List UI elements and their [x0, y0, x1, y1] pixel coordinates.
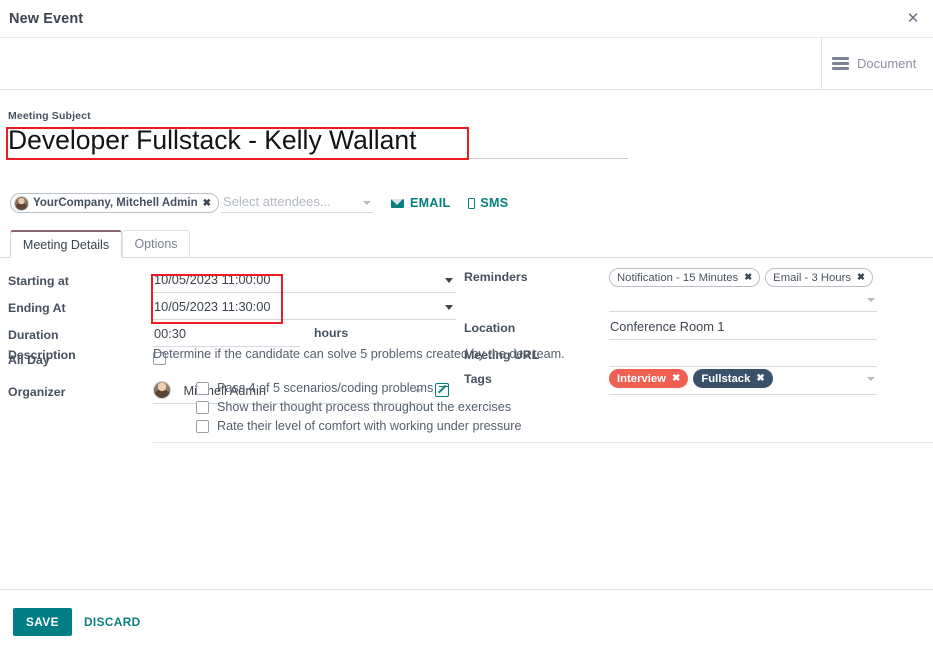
- duration-input[interactable]: 00:30: [153, 322, 300, 347]
- ending-at-label: Ending At: [8, 301, 66, 315]
- duration-value: 00:30: [154, 326, 187, 341]
- statusbar-buttonbox: Document: [0, 38, 933, 90]
- reminder-pill-label: Notification - 15 Minutes: [617, 271, 739, 284]
- sms-button[interactable]: SMS: [468, 196, 508, 210]
- duration-label: Duration: [8, 328, 59, 342]
- attendees-row: YourCompany, Mitchell Admin ✖ Select att…: [10, 193, 508, 213]
- checklist-checkbox[interactable]: [196, 401, 209, 414]
- organizer-label: Organizer: [8, 385, 66, 399]
- footer-divider: [0, 589, 933, 590]
- sms-button-label: SMS: [480, 196, 509, 210]
- checklist-checkbox[interactable]: [196, 420, 209, 433]
- email-button-label: EMAIL: [410, 196, 451, 210]
- attendee-tag-label: YourCompany, Mitchell Admin: [33, 197, 198, 209]
- save-button[interactable]: SAVE: [13, 608, 72, 636]
- new-event-dialog: New Event ✕ Document Meeting Subject Dev…: [0, 0, 933, 647]
- starting-at-input[interactable]: 10/05/2023 11:00:00: [153, 268, 456, 293]
- description-text: Determine if the candidate can solve 5 p…: [153, 347, 565, 361]
- starting-at-value: 10/05/2023 11:00:00: [154, 272, 271, 287]
- dialog-titlebar: New Event ✕: [0, 0, 933, 38]
- document-button-label: Document: [857, 56, 917, 71]
- close-icon[interactable]: ✕: [903, 9, 923, 29]
- mobile-phone-icon: [468, 197, 476, 209]
- field-starting-at: Starting at 10/05/2023 11:00:00: [8, 268, 456, 293]
- location-value: Conference Room 1: [610, 319, 725, 334]
- reminders-pill-list: Notification - 15 Minutes ✖ Email - 3 Ho…: [609, 268, 877, 289]
- field-location: Location Conference Room 1: [464, 315, 904, 340]
- location-input[interactable]: Conference Room 1: [609, 315, 877, 340]
- checklist-item-label: Rate their level of comfort with working…: [217, 419, 522, 433]
- dialog-title: New Event: [9, 11, 84, 27]
- user-avatar-icon: [14, 195, 29, 211]
- envelope-icon: [391, 198, 405, 208]
- attendees-select[interactable]: Select attendees...: [221, 193, 374, 213]
- tab-meeting-details[interactable]: Meeting Details: [10, 230, 122, 258]
- remove-icon[interactable]: ✖: [857, 272, 865, 283]
- list-lines-icon: [832, 57, 849, 70]
- checklist-item-label: Show their thought process throughout th…: [217, 400, 512, 414]
- remove-icon[interactable]: ✖: [744, 272, 752, 283]
- reminder-pill-label: Email - 3 Hours: [773, 271, 851, 284]
- notebook-tabs: Meeting Details Options: [0, 230, 933, 258]
- chevron-down-icon[interactable]: [363, 201, 372, 205]
- checklist-item[interactable]: Rate their level of comfort with working…: [196, 417, 933, 436]
- field-ending-at: Ending At 10/05/2023 11:30:00: [8, 295, 456, 320]
- meeting-subject-label: Meeting Subject: [8, 110, 91, 122]
- reminders-input[interactable]: Notification - 15 Minutes ✖ Email - 3 Ho…: [609, 268, 877, 312]
- checklist-item-label: Pass 4 of 5 scenarios/coding problems: [217, 381, 434, 395]
- reminder-pill[interactable]: Email - 3 Hours ✖: [765, 268, 873, 287]
- starting-at-label: Starting at: [8, 274, 69, 288]
- field-duration: Duration 00:30 hours: [8, 322, 456, 347]
- attendees-placeholder: Select attendees...: [223, 194, 331, 209]
- tab-options[interactable]: Options: [122, 230, 190, 258]
- remove-icon[interactable]: ✖: [203, 198, 211, 209]
- location-label: Location: [464, 321, 516, 335]
- ending-at-value: 10/05/2023 11:30:00: [154, 299, 271, 314]
- reminder-pill[interactable]: Notification - 15 Minutes ✖: [609, 268, 761, 287]
- checklist-item[interactable]: Show their thought process throughout th…: [196, 398, 933, 417]
- document-button[interactable]: Document: [821, 38, 933, 89]
- meeting-subject-input[interactable]: Developer Fullstack - Kelly Wallant: [8, 123, 628, 159]
- ending-at-input[interactable]: 10/05/2023 11:30:00: [153, 295, 456, 320]
- checklist-item[interactable]: Pass 4 of 5 scenarios/coding problems: [196, 379, 933, 398]
- chevron-down-icon[interactable]: [867, 298, 875, 302]
- duration-unit-label: hours: [314, 326, 349, 340]
- chevron-down-icon[interactable]: [445, 305, 453, 310]
- description-divider: [153, 442, 933, 443]
- checklist-checkbox[interactable]: [196, 382, 209, 395]
- email-button[interactable]: EMAIL: [391, 196, 450, 210]
- meeting-subject-value: Developer Fullstack - Kelly Wallant: [8, 125, 417, 155]
- reminders-label: Reminders: [464, 270, 528, 284]
- attendee-tag[interactable]: YourCompany, Mitchell Admin ✖: [10, 193, 220, 213]
- discard-button[interactable]: DISCARD: [75, 608, 150, 636]
- description-label: Description: [8, 348, 76, 362]
- description-editor[interactable]: Determine if the candidate can solve 5 p…: [153, 345, 933, 436]
- meeting-subject-group: Meeting Subject Developer Fullstack - Ke…: [8, 110, 628, 159]
- chevron-down-icon[interactable]: [445, 278, 453, 283]
- field-reminders: Reminders Notification - 15 Minutes ✖ Em…: [464, 268, 904, 312]
- description-checklist: Pass 4 of 5 scenarios/coding problems Sh…: [153, 379, 933, 436]
